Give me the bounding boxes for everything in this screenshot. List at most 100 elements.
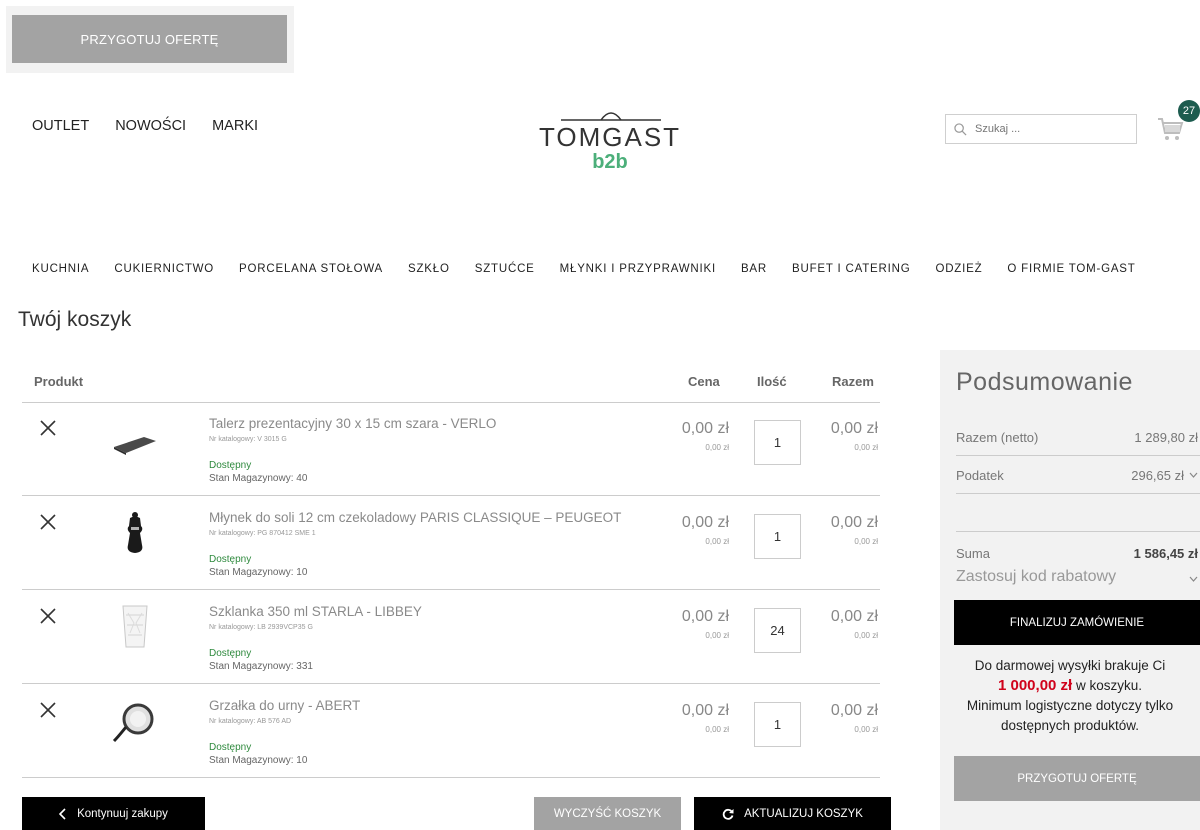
- cart-count-badge[interactable]: 27: [1178, 100, 1200, 122]
- top-nav: OUTLET NOWOŚCI MARKI: [32, 118, 258, 134]
- free-shipping-notice: Do darmowej wysyłki brakuje Ci 1 000,00 …: [940, 656, 1200, 736]
- line-total: 0,00 zł: [830, 608, 878, 625]
- prepare-offer-top-button[interactable]: PRZYGOTUJ OFERTĘ: [12, 15, 287, 63]
- unit-price-sub: 0,00 zł: [705, 443, 729, 452]
- remove-item-icon[interactable]: [38, 418, 58, 438]
- logo[interactable]: TOMGAST b2b: [535, 106, 685, 174]
- free-shipping-suffix: w koszyku.: [1075, 678, 1143, 693]
- update-cart-label: AKTUALIZUJ KOSZYK: [744, 807, 863, 820]
- nav-nowosci[interactable]: NOWOŚCI: [115, 118, 186, 134]
- stock-level: Stan Magazynowy: 40: [209, 473, 308, 484]
- total-label: Suma: [956, 546, 990, 561]
- quantity-input[interactable]: [754, 420, 801, 465]
- nav-marki[interactable]: MARKI: [212, 118, 258, 134]
- header-total: Razem: [832, 374, 874, 389]
- free-shipping-line-3: Minimum logistyczne dotyczy tylko: [966, 698, 1174, 713]
- product-thumb-salt-mill[interactable]: [110, 509, 160, 557]
- availability-status: Dostępny: [209, 648, 252, 659]
- stock-level: Stan Magazynowy: 10: [209, 567, 308, 578]
- free-shipping-line-2: 1 000,00 zł w koszyku.: [940, 676, 1200, 696]
- remove-item-icon[interactable]: [38, 700, 58, 720]
- summary-total-row: Suma 1 586,45 zł: [956, 540, 1200, 568]
- logo-sub-text: b2b: [592, 151, 628, 173]
- product-thumb-slate-plate[interactable]: [110, 415, 160, 463]
- top-offer-bar: PRZYGOTUJ OFERTĘ: [6, 6, 294, 73]
- search-icon: [954, 122, 967, 135]
- free-shipping-line-4: dostępnych produktów.: [1000, 718, 1140, 733]
- summary-title: Podsumowanie: [956, 368, 1133, 396]
- summary-net-row: Razem (netto) 1 289,80 zł: [956, 424, 1200, 452]
- total-value: 1 586,45 zł: [1133, 546, 1198, 561]
- update-cart-button[interactable]: AKTUALIZUJ KOSZYK: [694, 797, 891, 830]
- product-sku: Nr katalogowy: V 3015 G: [209, 436, 287, 443]
- unit-price: 0,00 zł: [681, 514, 729, 531]
- logo-arc-icon: [561, 112, 661, 121]
- tax-label: Podatek: [956, 468, 1004, 483]
- net-label: Razem (netto): [956, 430, 1039, 445]
- product-sku: Nr katalogowy: AB 576 AD: [209, 718, 292, 725]
- header-product: Produkt: [34, 374, 84, 389]
- product-sku: Nr katalogowy: LB 2939VCP35 G: [209, 624, 313, 631]
- unit-price-sub: 0,00 zł: [705, 537, 729, 546]
- line-total-sub: 0,00 zł: [854, 631, 878, 640]
- product-name[interactable]: Grzałka do urny - ABERT: [209, 698, 360, 713]
- category-cukiernictwo[interactable]: CUKIERNICTWO: [114, 263, 214, 275]
- cart-row: Młynek do soli 12 cm czekoladowy PARIS C…: [22, 497, 880, 590]
- line-total: 0,00 zł: [830, 420, 878, 437]
- summary-divider: [956, 455, 1200, 456]
- availability-status: Dostępny: [209, 554, 252, 565]
- quantity-input[interactable]: [754, 514, 801, 559]
- product-name[interactable]: Szklanka 350 ml STARLA - LIBBEY: [209, 604, 422, 619]
- cart-row: Talerz prezentacyjny 30 x 15 cm szara - …: [22, 403, 880, 496]
- search-box[interactable]: [945, 114, 1137, 144]
- product-name[interactable]: Młynek do soli 12 cm czekoladowy PARIS C…: [209, 510, 621, 525]
- category-porcelana[interactable]: PORCELANA STOŁOWA: [239, 263, 383, 275]
- cart-row: Grzałka do urny - ABERT Nr katalogowy: A…: [22, 685, 880, 778]
- category-odziez[interactable]: ODZIEŻ: [935, 263, 982, 275]
- unit-price-sub: 0,00 zł: [705, 725, 729, 734]
- category-o-firmie[interactable]: O FIRMIE TOM-GAST: [1007, 263, 1135, 275]
- finalize-order-button[interactable]: FINALIZUJ ZAMÓWIENIE: [954, 600, 1200, 645]
- product-sku: Nr katalogowy: PG 870412 SME 1: [209, 530, 316, 537]
- promo-code-label: Zastosuj kod rabatowy: [956, 568, 1117, 585]
- stock-level: Stan Magazynowy: 10: [209, 755, 308, 766]
- cart-row: Szklanka 350 ml STARLA - LIBBEY Nr katal…: [22, 591, 880, 684]
- summary-tax-row[interactable]: Podatek 296,65 zł: [956, 462, 1200, 490]
- product-thumb-heater[interactable]: [110, 697, 160, 745]
- header-qty: Ilość: [757, 374, 787, 389]
- remove-item-icon[interactable]: [38, 512, 58, 532]
- chevron-down-icon: [1189, 576, 1198, 582]
- unit-price: 0,00 zł: [681, 702, 729, 719]
- clear-cart-button[interactable]: WYCZYŚĆ KOSZYK: [534, 797, 681, 830]
- continue-shopping-label: Kontynuuj zakupy: [77, 807, 168, 820]
- category-sztucce[interactable]: SZTUĆCE: [475, 263, 535, 275]
- prepare-offer-button[interactable]: PRZYGOTUJ OFERTĘ: [954, 756, 1200, 801]
- nav-outlet[interactable]: OUTLET: [32, 118, 89, 134]
- free-shipping-line-1: Do darmowej wysyłki brakuje Ci: [974, 658, 1166, 673]
- promo-code-toggle[interactable]: Zastosuj kod rabatowy: [956, 568, 1200, 586]
- continue-shopping-button[interactable]: Kontynuuj zakupy: [22, 797, 205, 830]
- logo-main-text: TOMGAST: [538, 122, 682, 152]
- chevron-left-icon: [59, 807, 66, 820]
- search-input[interactable]: [973, 122, 1123, 136]
- product-thumb-glass[interactable]: [110, 603, 160, 651]
- quantity-input[interactable]: [754, 608, 801, 653]
- page-title: Twój koszyk: [18, 308, 132, 331]
- line-total-sub: 0,00 zł: [854, 725, 878, 734]
- category-mlynki[interactable]: MŁYNKI I PRZYPRAWNIKI: [560, 263, 716, 275]
- category-bar[interactable]: BAR: [741, 263, 767, 275]
- net-value: 1 289,80 zł: [1134, 430, 1198, 445]
- refresh-icon: [722, 808, 734, 820]
- remove-item-icon[interactable]: [38, 606, 58, 626]
- category-szklo[interactable]: SZKŁO: [408, 263, 450, 275]
- tax-value: 296,65 zł: [1131, 468, 1184, 483]
- line-total-sub: 0,00 zł: [854, 537, 878, 546]
- product-name[interactable]: Talerz prezentacyjny 30 x 15 cm szara - …: [209, 416, 496, 431]
- category-kuchnia[interactable]: KUCHNIA: [32, 263, 89, 275]
- category-bufet[interactable]: BUFET I CATERING: [792, 263, 910, 275]
- chevron-down-icon[interactable]: [1189, 472, 1198, 478]
- availability-status: Dostępny: [209, 460, 252, 471]
- quantity-input[interactable]: [754, 702, 801, 747]
- unit-price: 0,00 zł: [681, 608, 729, 625]
- summary-divider: [956, 531, 1200, 532]
